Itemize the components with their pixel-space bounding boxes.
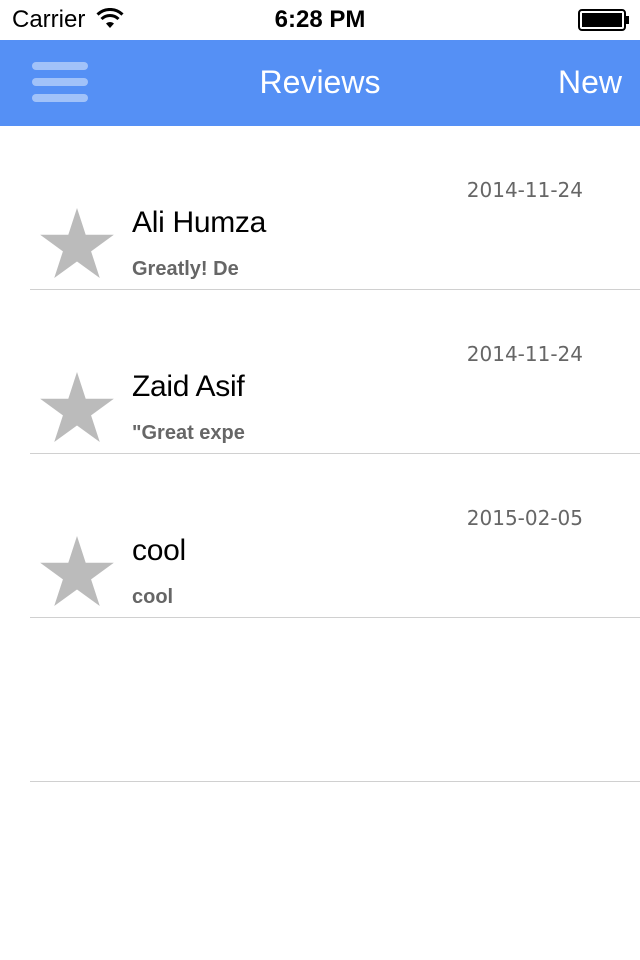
star-icon	[40, 372, 114, 442]
reviewer-name: Zaid Asif	[132, 370, 245, 403]
review-snippet: "Great expe	[132, 422, 245, 444]
new-review-button[interactable]: New	[558, 64, 622, 101]
list-item[interactable]: 2014-11-24 Zaid Asif "Great expe	[0, 290, 640, 454]
review-date: 2014-11-24	[466, 342, 583, 366]
page-title: Reviews	[259, 64, 381, 100]
list-item[interactable]: 2015-02-05 cool cool	[0, 454, 640, 618]
list-item[interactable]: 2014-11-24 Ali Humza Greatly! De	[0, 126, 640, 290]
empty-row	[0, 618, 640, 782]
star-icon	[40, 536, 114, 606]
star-icon	[40, 208, 114, 278]
row-divider	[30, 781, 640, 782]
review-snippet: cool	[132, 586, 174, 608]
review-snippet: Greatly! De	[132, 258, 239, 280]
reviewer-name: cool	[132, 534, 186, 567]
reviews-list: 2014-11-24 Ali Humza Greatly! De 2014-11…	[0, 126, 640, 960]
nav-bar: Reviews New	[0, 40, 640, 126]
review-date: 2014-11-24	[466, 178, 583, 202]
status-time: 6:28 PM	[274, 6, 366, 33]
status-bar: Carrier 6:28 PM	[0, 0, 640, 40]
review-date: 2015-02-05	[466, 506, 583, 530]
reviewer-name: Ali Humza	[132, 206, 266, 239]
battery-icon	[578, 9, 629, 31]
